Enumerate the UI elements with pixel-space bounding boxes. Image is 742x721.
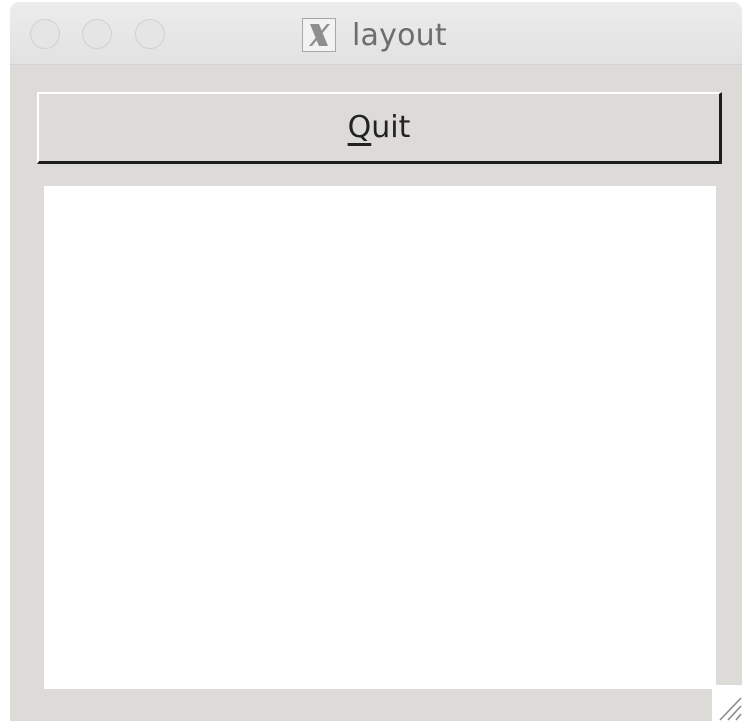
window-title: layout <box>352 17 447 53</box>
quit-button[interactable]: Quit <box>37 92 722 164</box>
title-bar[interactable]: layout <box>10 2 742 65</box>
resize-grip-icon[interactable] <box>716 692 742 721</box>
zoom-window-button[interactable] <box>135 19 165 49</box>
x11-icon <box>302 18 336 52</box>
quit-button-label: Quit <box>348 110 411 145</box>
minimize-window-button[interactable] <box>82 19 112 49</box>
close-window-button[interactable] <box>30 19 60 49</box>
app-window: layout Quit <box>10 2 742 721</box>
quit-label-rest: uit <box>371 110 411 145</box>
drawing-canvas[interactable] <box>44 186 716 689</box>
window-title-group: layout <box>302 15 447 55</box>
quit-mnemonic: Q <box>347 110 372 145</box>
